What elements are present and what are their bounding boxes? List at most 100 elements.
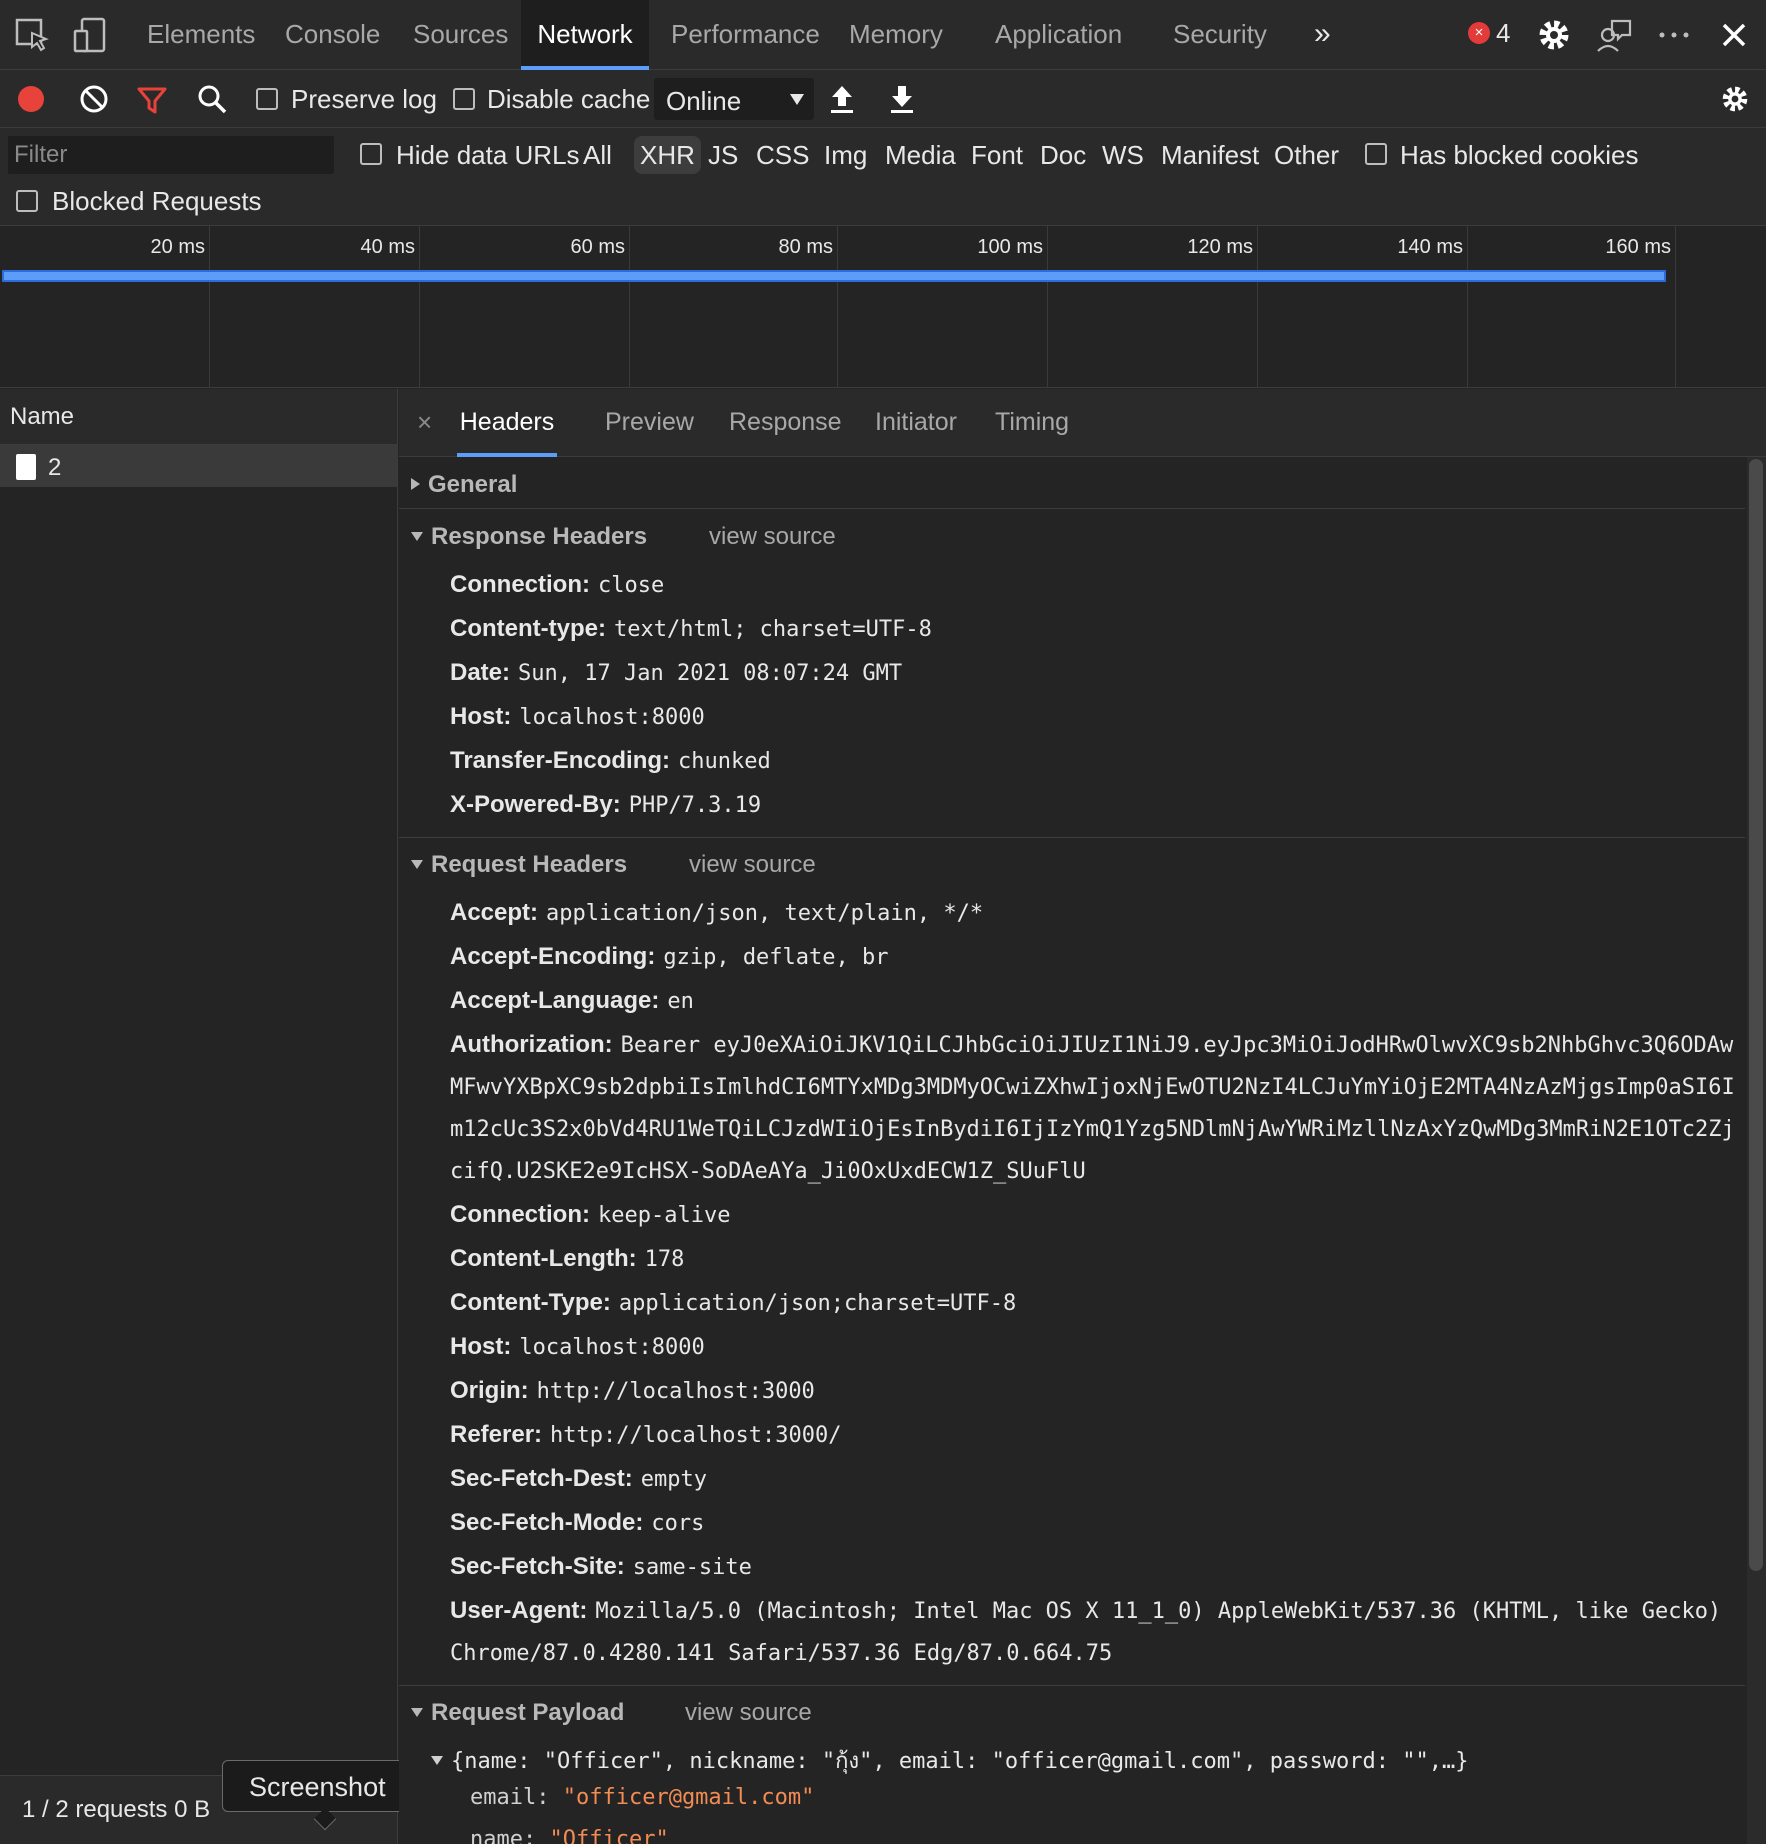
scrollbar-thumb[interactable]: [1749, 459, 1763, 1571]
timeline-tick: [837, 226, 838, 388]
search-icon[interactable]: [196, 83, 228, 115]
network-overview-timeline[interactable]: 20 ms 40 ms 60 ms 80 ms 100 ms 120 ms 14…: [0, 226, 1766, 388]
request-headers-title: Request Headers: [431, 851, 628, 878]
hide-data-urls-checkbox[interactable]: [360, 143, 382, 165]
payload-name-row: name: "Officer": [470, 1827, 669, 1844]
feedback-icon[interactable]: [1594, 15, 1634, 55]
timeline-tick: [629, 226, 630, 388]
tab-application[interactable]: Application: [995, 0, 1122, 70]
request-view-source-link[interactable]: view source: [689, 851, 816, 879]
has-blocked-cookies-checkbox[interactable]: [1365, 143, 1387, 165]
filter-type-js[interactable]: JS: [702, 136, 744, 174]
request-header-row: Sec-Fetch-Dest: empty: [450, 1465, 707, 1492]
expand-object-icon: [431, 1756, 443, 1765]
detail-tab-bar: × Headers Preview Response Initiator Tim…: [399, 389, 1766, 457]
request-row[interactable]: 2: [0, 445, 397, 487]
preserve-log-checkbox[interactable]: [256, 88, 278, 110]
blocked-requests-label: Blocked Requests: [52, 186, 262, 216]
timeline-tick: [209, 226, 210, 388]
user-agent-header-row: User-Agent: Mozilla/5.0 (Macintosh; Intel…: [450, 1597, 1722, 1624]
tab-performance[interactable]: Performance: [671, 0, 820, 70]
timeline-tick: [1257, 226, 1258, 388]
response-header-row: Host: localhost:8000: [450, 703, 705, 730]
tab-security[interactable]: Security: [1173, 0, 1267, 70]
tab-network[interactable]: Network: [521, 0, 649, 70]
collapse-arrow-icon: [411, 860, 423, 869]
timeline-tick-label: 160 ms: [1605, 236, 1671, 258]
disable-cache-checkbox[interactable]: [453, 88, 475, 110]
tab-console[interactable]: Console: [285, 0, 380, 70]
tab-memory[interactable]: Memory: [849, 0, 943, 70]
device-toolbar-icon[interactable]: [70, 15, 110, 55]
filter-type-doc[interactable]: Doc: [1034, 136, 1092, 174]
tab-sources[interactable]: Sources: [413, 0, 508, 70]
request-header-row: Connection: keep-alive: [450, 1201, 731, 1228]
detail-scrollbar[interactable]: [1747, 457, 1766, 1844]
timeline-tick-label: 80 ms: [778, 236, 833, 258]
response-headers-title: Response Headers: [431, 523, 648, 550]
inspect-element-icon[interactable]: [12, 15, 52, 55]
authorization-header-row: Authorization: Bearer eyJ0eXAiOiJKV1QiLCJ…: [450, 1031, 1734, 1058]
tab-preview[interactable]: Preview: [605, 389, 694, 457]
request-payload-toggle[interactable]: Request Payload: [411, 1699, 624, 1727]
tab-elements[interactable]: Elements: [147, 0, 255, 70]
throttling-value: Online: [666, 86, 742, 116]
payload-summary: {name: "Officer", nickname: "กุ้ง", emai…: [451, 1749, 1469, 1774]
request-header-row: Host: localhost:8000: [450, 1333, 705, 1360]
request-header-row: Content-Length: 178: [450, 1245, 685, 1272]
import-har-icon[interactable]: [828, 82, 856, 116]
tab-headers[interactable]: Headers: [457, 389, 557, 457]
filter-type-other[interactable]: Other: [1268, 136, 1345, 174]
blocked-requests-checkbox[interactable]: [16, 190, 38, 212]
error-icon[interactable]: ×: [1468, 22, 1490, 44]
divider: [399, 1685, 1745, 1686]
response-header-row: Transfer-Encoding: chunked: [450, 747, 771, 774]
close-devtools-icon[interactable]: [1714, 15, 1754, 55]
request-headers-toggle[interactable]: Request Headers: [411, 851, 627, 879]
settings-gear-icon[interactable]: [1534, 15, 1574, 55]
throttling-select[interactable]: Online: [654, 78, 814, 120]
response-headers-toggle[interactable]: Response Headers: [411, 523, 647, 551]
filter-type-xhr[interactable]: XHR: [634, 136, 701, 174]
filter-type-img[interactable]: Img: [818, 136, 873, 174]
request-summary: 1 / 2 requests 0 B: [22, 1796, 211, 1823]
general-section-toggle[interactable]: General: [411, 471, 517, 499]
request-payload-title: Request Payload: [431, 1699, 625, 1726]
request-header-row: Referer: http://localhost:3000/: [450, 1421, 842, 1448]
hide-data-urls-label: Hide data URLs: [396, 140, 580, 170]
filter-input[interactable]: [8, 136, 334, 174]
name-column-label: Name: [10, 403, 75, 430]
tab-timing[interactable]: Timing: [995, 389, 1069, 457]
request-header-row: Accept-Encoding: gzip, deflate, br: [450, 943, 889, 970]
error-count[interactable]: 4: [1496, 18, 1510, 49]
collapse-arrow-icon: [411, 1708, 423, 1717]
filter-type-media[interactable]: Media: [879, 136, 962, 174]
clear-icon[interactable]: [78, 83, 110, 115]
tab-initiator[interactable]: Initiator: [875, 389, 957, 457]
filter-type-all[interactable]: All: [577, 136, 618, 174]
filter-type-font[interactable]: Font: [965, 136, 1029, 174]
request-header-row: Accept-Language: en: [450, 987, 694, 1014]
request-timing-bar: [2, 270, 1666, 282]
payload-view-source-link[interactable]: view source: [685, 1699, 812, 1727]
payload-summary-row[interactable]: {name: "Officer", nickname: "กุ้ง", emai…: [431, 1743, 1468, 1778]
tab-response[interactable]: Response: [729, 389, 842, 457]
record-icon[interactable]: [16, 84, 46, 114]
tooltip-text: Screenshot: [249, 1772, 386, 1802]
network-settings-gear-icon[interactable]: [1718, 82, 1752, 116]
filter-type-ws[interactable]: WS: [1096, 136, 1150, 174]
filter-type-manifest[interactable]: Manifest: [1155, 136, 1265, 174]
close-detail-icon[interactable]: ×: [417, 407, 432, 438]
filter-icon[interactable]: [136, 84, 168, 116]
preserve-log-label: Preserve log: [291, 84, 437, 114]
filter-type-css[interactable]: CSS: [750, 136, 815, 174]
name-column-header[interactable]: Name: [0, 389, 397, 445]
export-har-icon[interactable]: [888, 82, 916, 116]
more-options-icon[interactable]: [1654, 15, 1694, 55]
response-header-row: Content-type: text/html; charset=UTF-8: [450, 615, 932, 642]
expand-arrow-icon: [411, 478, 420, 490]
response-view-source-link[interactable]: view source: [709, 523, 836, 551]
more-tabs-icon[interactable]: »: [1314, 0, 1331, 70]
screenshot-tooltip: Screenshot: [222, 1760, 422, 1831]
devtools-tab-bar: Elements Console Sources Network Perform…: [0, 0, 1766, 70]
